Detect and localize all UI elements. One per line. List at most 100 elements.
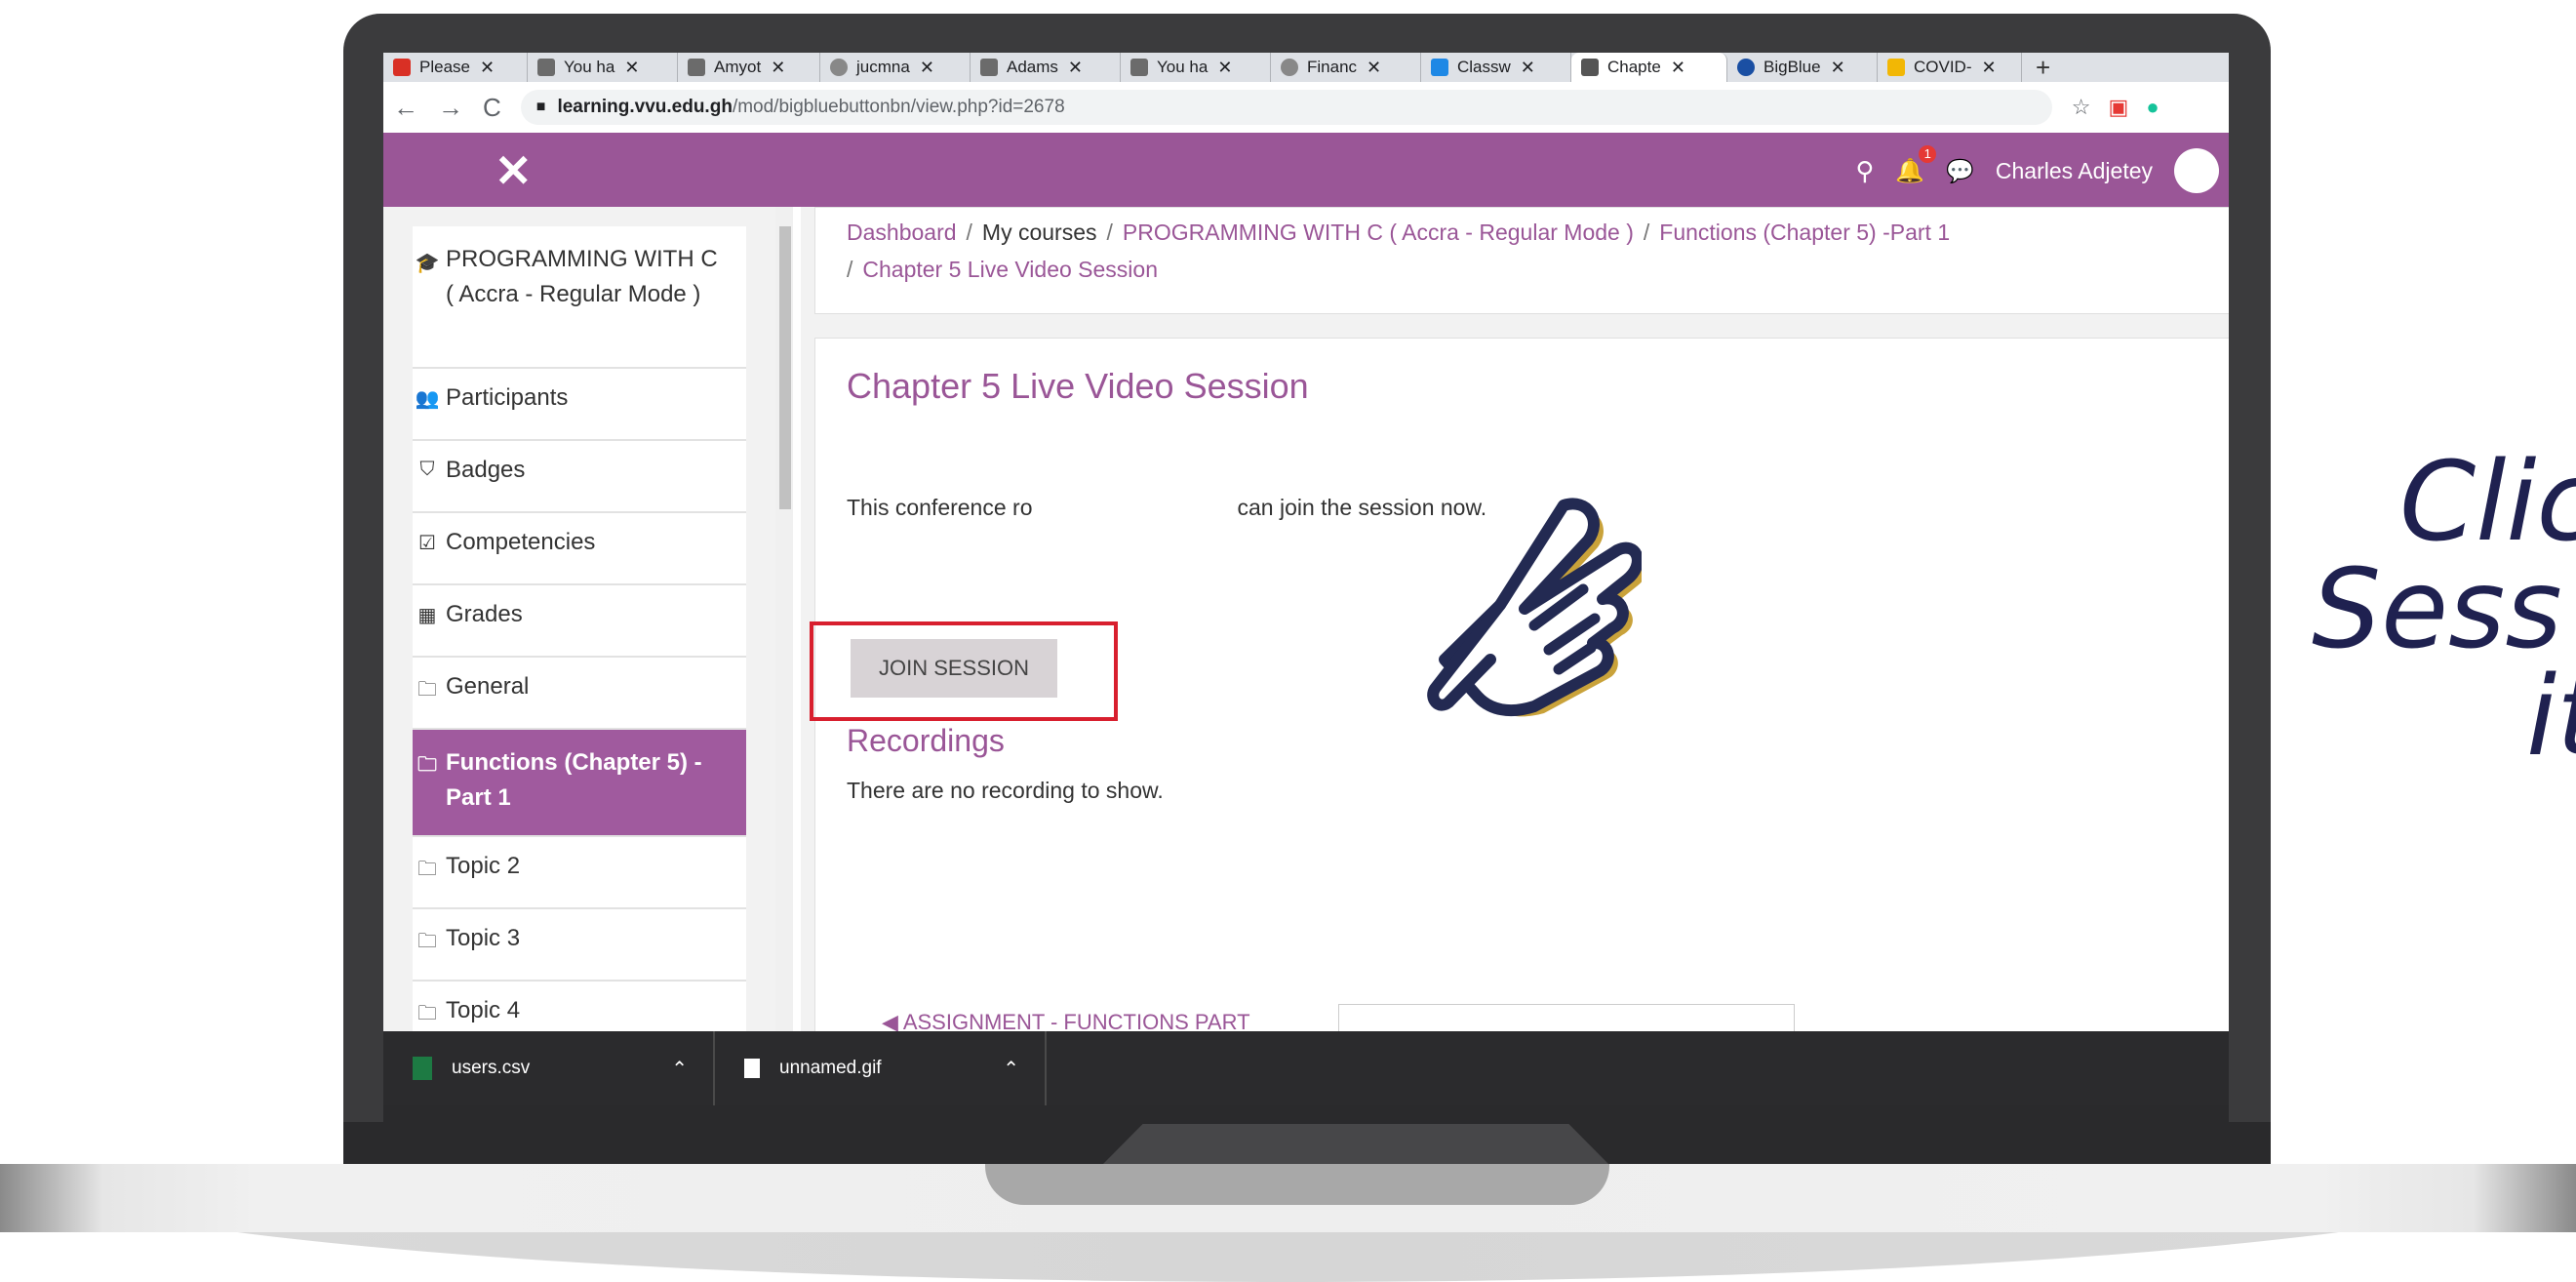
moodle-icon: [1581, 59, 1599, 76]
course-nav-drawer: 🎓 PROGRAMMING WITH C ( Accra - Regular Mo…: [383, 207, 793, 1031]
bigbluebutton-icon: [1737, 59, 1755, 76]
browser-tab[interactable]: COVID- ✕: [1878, 53, 2022, 82]
instruction-caption: Clic Sess it: [2312, 439, 2576, 781]
browser-tab[interactable]: You ha ✕: [1121, 53, 1271, 82]
browser-tab[interactable]: jucmna ✕: [820, 53, 971, 82]
session-info-text: This conference ro can join the session n…: [847, 495, 1487, 520]
laptop-hinge-wedge: [1102, 1124, 1609, 1165]
page-icon: [688, 59, 705, 76]
search-icon[interactable]: ⚲: [1855, 156, 1874, 186]
close-drawer-icon[interactable]: ✕: [495, 144, 533, 197]
sidebar-item-functions-chapter-5[interactable]: 🗀 Functions (Chapter 5) -Part 1: [413, 730, 746, 837]
avatar[interactable]: [2174, 148, 2219, 193]
close-tab-icon[interactable]: ✕: [1671, 58, 1685, 78]
image-file-icon: [744, 1059, 760, 1078]
browser-tab[interactable]: Adams ✕: [971, 53, 1121, 82]
breadcrumb-page[interactable]: Chapter 5 Live Video Session: [862, 257, 1158, 282]
browser-tab[interactable]: Classw ✕: [1421, 53, 1571, 82]
breadcrumb: Dashboard / My courses / PROGRAMMING WITH C …: [814, 207, 2229, 314]
sidebar-item-competencies[interactable]: ☑ Competencies: [413, 513, 746, 585]
chevron-up-icon[interactable]: ⌃: [1003, 1057, 1019, 1081]
checkbox-icon: ☑: [418, 533, 436, 554]
breadcrumb-my-courses[interactable]: My courses: [982, 220, 1097, 245]
close-tab-icon[interactable]: ✕: [1068, 58, 1083, 78]
sidebar-item-topic-3[interactable]: 🗀 Topic 3: [413, 909, 746, 982]
classroom-icon: [1431, 59, 1448, 76]
address-bar-row: ← → C ■ learning.vvu.edu.gh/mod/bigblueb…: [383, 82, 2229, 133]
close-tab-icon[interactable]: ✕: [771, 58, 785, 78]
excel-icon: [413, 1057, 432, 1080]
gmail-icon: [393, 59, 411, 76]
breadcrumb-section[interactable]: Functions (Chapter 5) -Part 1: [1659, 220, 1950, 245]
breadcrumb-course[interactable]: PROGRAMMING WITH C ( Accra - Regular Mod…: [1123, 220, 1634, 245]
sidebar-item-general[interactable]: 🗀 General: [413, 658, 746, 730]
close-tab-icon[interactable]: ✕: [920, 58, 934, 78]
shield-icon: ⛉: [419, 459, 435, 480]
pointing-hand-icon: [1427, 498, 1642, 717]
folder-icon: 🗀: [417, 754, 437, 776]
browser-tab[interactable]: Please ✕: [383, 53, 528, 82]
scrollbar-thumb[interactable]: [779, 226, 791, 509]
header-user-area: ⚲ 🔔 1 💬 Charles Adjetey: [1855, 144, 2219, 193]
forward-icon[interactable]: →: [438, 93, 463, 123]
folder-icon: 🗀: [417, 931, 437, 952]
close-tab-icon[interactable]: ✕: [1217, 58, 1232, 78]
browser-tab-bar: Please ✕ You ha ✕ Amyot ✕ jucmna ✕ Adams ✕ Yo…: [383, 53, 2229, 82]
reload-icon[interactable]: C: [483, 93, 501, 123]
grammarly-icon[interactable]: ●: [2146, 95, 2159, 120]
back-icon[interactable]: ←: [393, 93, 418, 123]
folder-icon: 🗀: [417, 859, 437, 880]
site-header: ✕ ⚲ 🔔 1 💬 Charles Adjetey: [383, 133, 2229, 207]
close-tab-icon[interactable]: ✕: [624, 58, 639, 78]
extension-icon[interactable]: ▣: [2109, 95, 2129, 120]
table-icon: ▦: [417, 605, 437, 626]
address-bar-icons: ☆ ▣ ●: [2072, 95, 2160, 120]
chevron-up-icon[interactable]: ⌃: [671, 1057, 688, 1081]
close-tab-icon[interactable]: ✕: [1367, 58, 1381, 78]
download-item[interactable]: users.csv ⌃: [383, 1031, 715, 1105]
folder-icon: 🗀: [417, 679, 437, 701]
jump-to-select[interactable]: [1338, 1004, 1795, 1031]
browser-tab[interactable]: BigBlue ✕: [1727, 53, 1878, 82]
close-tab-icon[interactable]: ✕: [480, 58, 495, 78]
sidebar-item-badges[interactable]: ⛉ Badges: [413, 441, 746, 513]
recordings-heading: Recordings: [847, 723, 1005, 758]
sidebar-scrollbar[interactable]: [775, 207, 793, 1031]
page-icon: [1130, 59, 1148, 76]
new-tab-button[interactable]: +: [2022, 53, 2064, 82]
close-tab-icon[interactable]: ✕: [1831, 58, 1845, 78]
messages-icon[interactable]: 💬: [1946, 158, 1974, 184]
globe-icon: [1281, 59, 1298, 76]
graduation-cap-icon: 🎓: [415, 253, 440, 274]
browser-tab[interactable]: Financ ✕: [1271, 53, 1421, 82]
globe-icon: [830, 59, 848, 76]
browser-tab-active[interactable]: Chapte ✕: [1571, 53, 1727, 82]
sidebar-item-topic-2[interactable]: 🗀 Topic 2: [413, 837, 746, 909]
sidebar-item-grades[interactable]: ▦ Grades: [413, 585, 746, 658]
join-session-button[interactable]: JOIN SESSION: [851, 639, 1057, 698]
laptop-notch: [985, 1164, 1609, 1205]
url-host: learning.vvu.edu.gh: [557, 97, 733, 117]
page-icon: [980, 59, 998, 76]
breadcrumb-dashboard[interactable]: Dashboard: [847, 220, 957, 245]
notification-bell-icon[interactable]: 🔔 1: [1895, 144, 1937, 185]
previous-activity-link[interactable]: ◀ ASSIGNMENT - FUNCTIONS PART: [882, 1010, 1250, 1031]
sidebar-item-course[interactable]: 🎓 PROGRAMMING WITH C ( Accra - Regular Mo…: [413, 226, 746, 369]
page-title: Chapter 5 Live Video Session: [847, 366, 1309, 406]
screen-bezel-bottom: [383, 1105, 2229, 1124]
users-icon: 👥: [415, 388, 440, 410]
user-name[interactable]: Charles Adjetey: [1996, 158, 2153, 184]
sidebar-item-topic-4[interactable]: 🗀 Topic 4: [413, 982, 746, 1031]
sidebar-item-participants[interactable]: 👥 Participants: [413, 369, 746, 441]
close-tab-icon[interactable]: ✕: [1982, 58, 1997, 78]
laptop-screen: Please ✕ You ha ✕ Amyot ✕ jucmna ✕ Adams ✕ Yo…: [383, 53, 2229, 1124]
url-field[interactable]: ■ learning.vvu.edu.gh/mod/bigbluebuttonb…: [520, 90, 2052, 125]
download-item[interactable]: unnamed.gif ⌃: [715, 1031, 1047, 1105]
page-icon: [537, 59, 555, 76]
star-icon[interactable]: ☆: [2072, 95, 2091, 120]
url-path: /mod/bigbluebuttonbn/view.php?id=2678: [732, 97, 1065, 117]
browser-tab[interactable]: Amyot ✕: [678, 53, 820, 82]
close-tab-icon[interactable]: ✕: [1521, 58, 1535, 78]
browser-tab[interactable]: You ha ✕: [528, 53, 678, 82]
notification-count-badge: 1: [1919, 144, 1937, 163]
